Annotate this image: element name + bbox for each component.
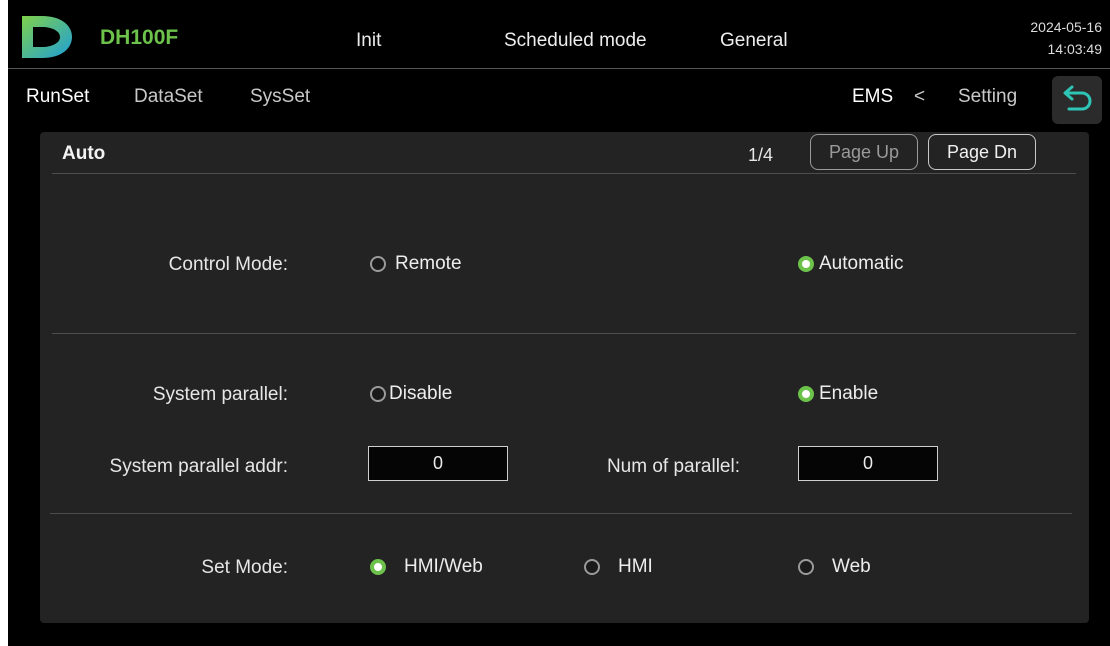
radio-unchecked-icon [584,559,600,575]
radio-checked-icon [798,256,814,272]
operating-mode: Scheduled mode [504,30,647,51]
num-parallel-field[interactable] [798,446,938,481]
radio-unchecked-icon [370,386,386,402]
radio-checked-icon [798,386,814,402]
radio-enable-label: Enable [819,383,879,404]
title-divider [52,173,1076,174]
control-mode-label: Control Mode: [168,254,288,275]
return-arrow-icon [1063,85,1092,111]
radio-hmi-web-label: HMI/Web [404,556,483,577]
set-mode-label: Set Mode: [201,557,288,578]
radio-hmi[interactable]: HMI [584,556,653,578]
tab-sysset[interactable]: SysSet [250,86,310,108]
date-text: 2024-05-16 [1030,19,1102,35]
breadcrumb-ems[interactable]: EMS [852,86,893,108]
section-divider [52,333,1076,334]
radio-remote-label: Remote [395,253,462,274]
parallel-addr-label: System parallel addr: [109,456,288,477]
radio-web-label: Web [832,556,871,577]
radio-web[interactable]: Web [798,556,871,578]
device-model: DH100F [100,26,179,49]
breadcrumb-separator: < [914,86,926,107]
section-divider [50,513,1072,514]
radio-checked-icon [370,559,386,575]
radio-disable-label: Disable [389,383,453,404]
top-header: DH100F Init Scheduled mode General 2024-… [8,0,1110,69]
radio-hmi-label: HMI [618,556,653,577]
tab-dataset[interactable]: DataSet [134,86,203,108]
num-parallel-label: Num of parallel: [606,456,740,477]
parallel-addr-field[interactable] [368,446,508,481]
time-text: 14:03:49 [1047,41,1103,57]
datetime-display: 2024-05-16 14:03:49 [1030,16,1102,60]
hmi-screen: DH100F Init Scheduled mode General 2024-… [8,0,1110,646]
radio-enable[interactable]: Enable [798,383,878,405]
d-logo-icon [22,16,72,58]
page-down-button[interactable]: Page Dn [928,134,1036,170]
radio-unchecked-icon [370,256,386,272]
settings-panel: Auto 1/4 Page Up Page Dn Control Mode: R… [40,132,1089,623]
radio-hmi-web[interactable]: HMI/Web [370,556,483,578]
radio-automatic-label: Automatic [819,253,904,274]
device-status: Init [356,30,382,51]
back-button[interactable] [1052,76,1102,124]
page-indicator: 1/4 [748,145,774,165]
panel-title: Auto [62,143,106,164]
system-parallel-label: System parallel: [152,384,288,405]
radio-disable[interactable]: Disable [370,383,452,405]
radio-remote[interactable]: Remote [370,253,462,275]
radio-automatic[interactable]: Automatic [798,253,903,275]
tab-runset[interactable]: RunSet [26,86,89,108]
device-type: General [720,30,788,51]
page-up-button[interactable]: Page Up [810,134,918,170]
radio-unchecked-icon [798,559,814,575]
breadcrumb-setting: Setting [958,86,1018,107]
